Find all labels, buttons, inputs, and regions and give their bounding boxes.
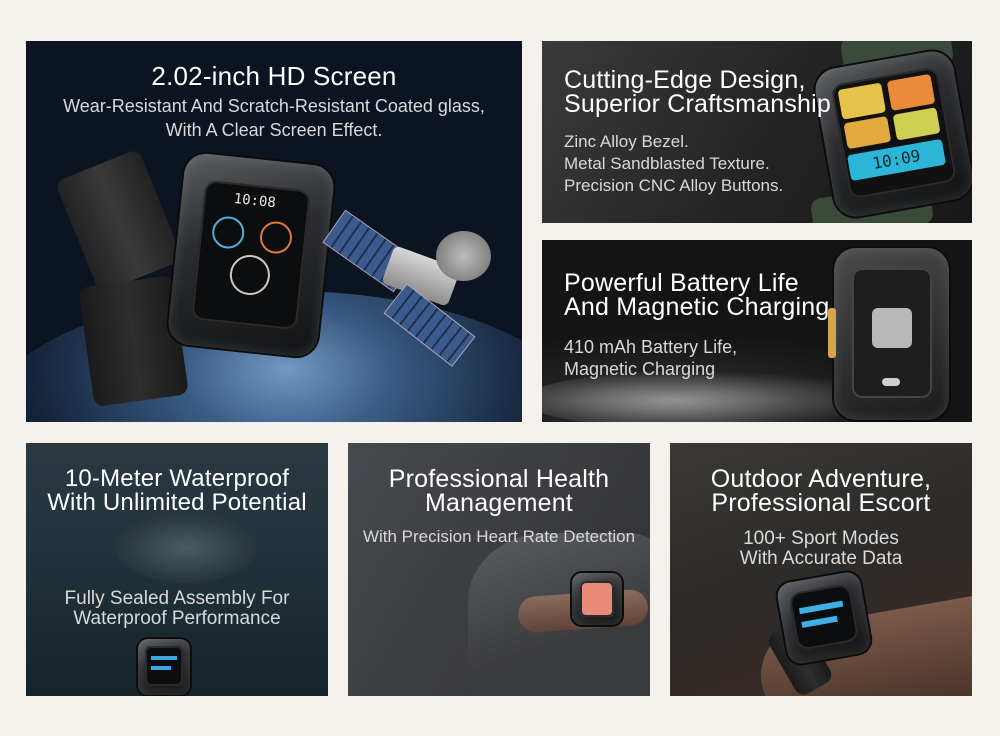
panel-title-line: Professional Escort (711, 489, 931, 517)
panel-subtitle-line: Precision CNC Alloy Buttons. (564, 176, 784, 195)
swimmer-image (116, 513, 256, 583)
panel-subtitle-line: Fully Sealed Assembly For (64, 588, 290, 609)
panel-subtitle-line: 100+ Sport Modes (743, 528, 899, 549)
panel-title-line: And Magnetic Charging (564, 293, 830, 321)
panel-title: 2.02-inch HD Screen (151, 61, 397, 91)
feature-panel-outdoor: Outdoor Adventure, Professional Escort 1… (670, 443, 972, 696)
feature-panel-battery: Powerful Battery Life And Magnetic Charg… (542, 240, 972, 422)
watch-time-display: 10:08 (232, 190, 277, 212)
panel-title-line: Superior Craftsmanship (564, 90, 832, 118)
panel-subtitle-line: With Accurate Data (739, 548, 903, 569)
panel-subtitle-line: Metal Sandblasted Texture. (564, 154, 770, 173)
feature-panel-hd-screen: 2.02-inch HD Screen Wear-Resistant And S… (26, 41, 522, 422)
panel-title-line: With Unlimited Potential (47, 489, 307, 516)
feature-panel-waterproof: 10-Meter Waterproof With Unlimited Poten… (26, 443, 328, 696)
feature-panel-health: Professional Health Management With Prec… (348, 443, 650, 696)
panel-title-line: 10-Meter Waterproof (64, 465, 290, 492)
panel-subtitle-line: 410 mAh Battery Life, (564, 337, 738, 357)
panel-subtitle-line: Waterproof Performance (73, 608, 281, 629)
panel-subtitle-line: With Precision Heart Rate Detection (362, 527, 636, 546)
panel-subtitle-line: Magnetic Charging (564, 359, 716, 379)
panel-subtitle-line: Zinc Alloy Bezel. (564, 132, 689, 151)
panel-subtitle-line: With A Clear Screen Effect. (165, 120, 383, 140)
panel-subtitle-line: Wear-Resistant And Scratch-Resistant Coa… (63, 96, 485, 116)
feature-panel-design: 10:09 Cutting-Edge Design, Superior Craf… (542, 41, 972, 223)
panel-title-line: Management (425, 489, 573, 517)
